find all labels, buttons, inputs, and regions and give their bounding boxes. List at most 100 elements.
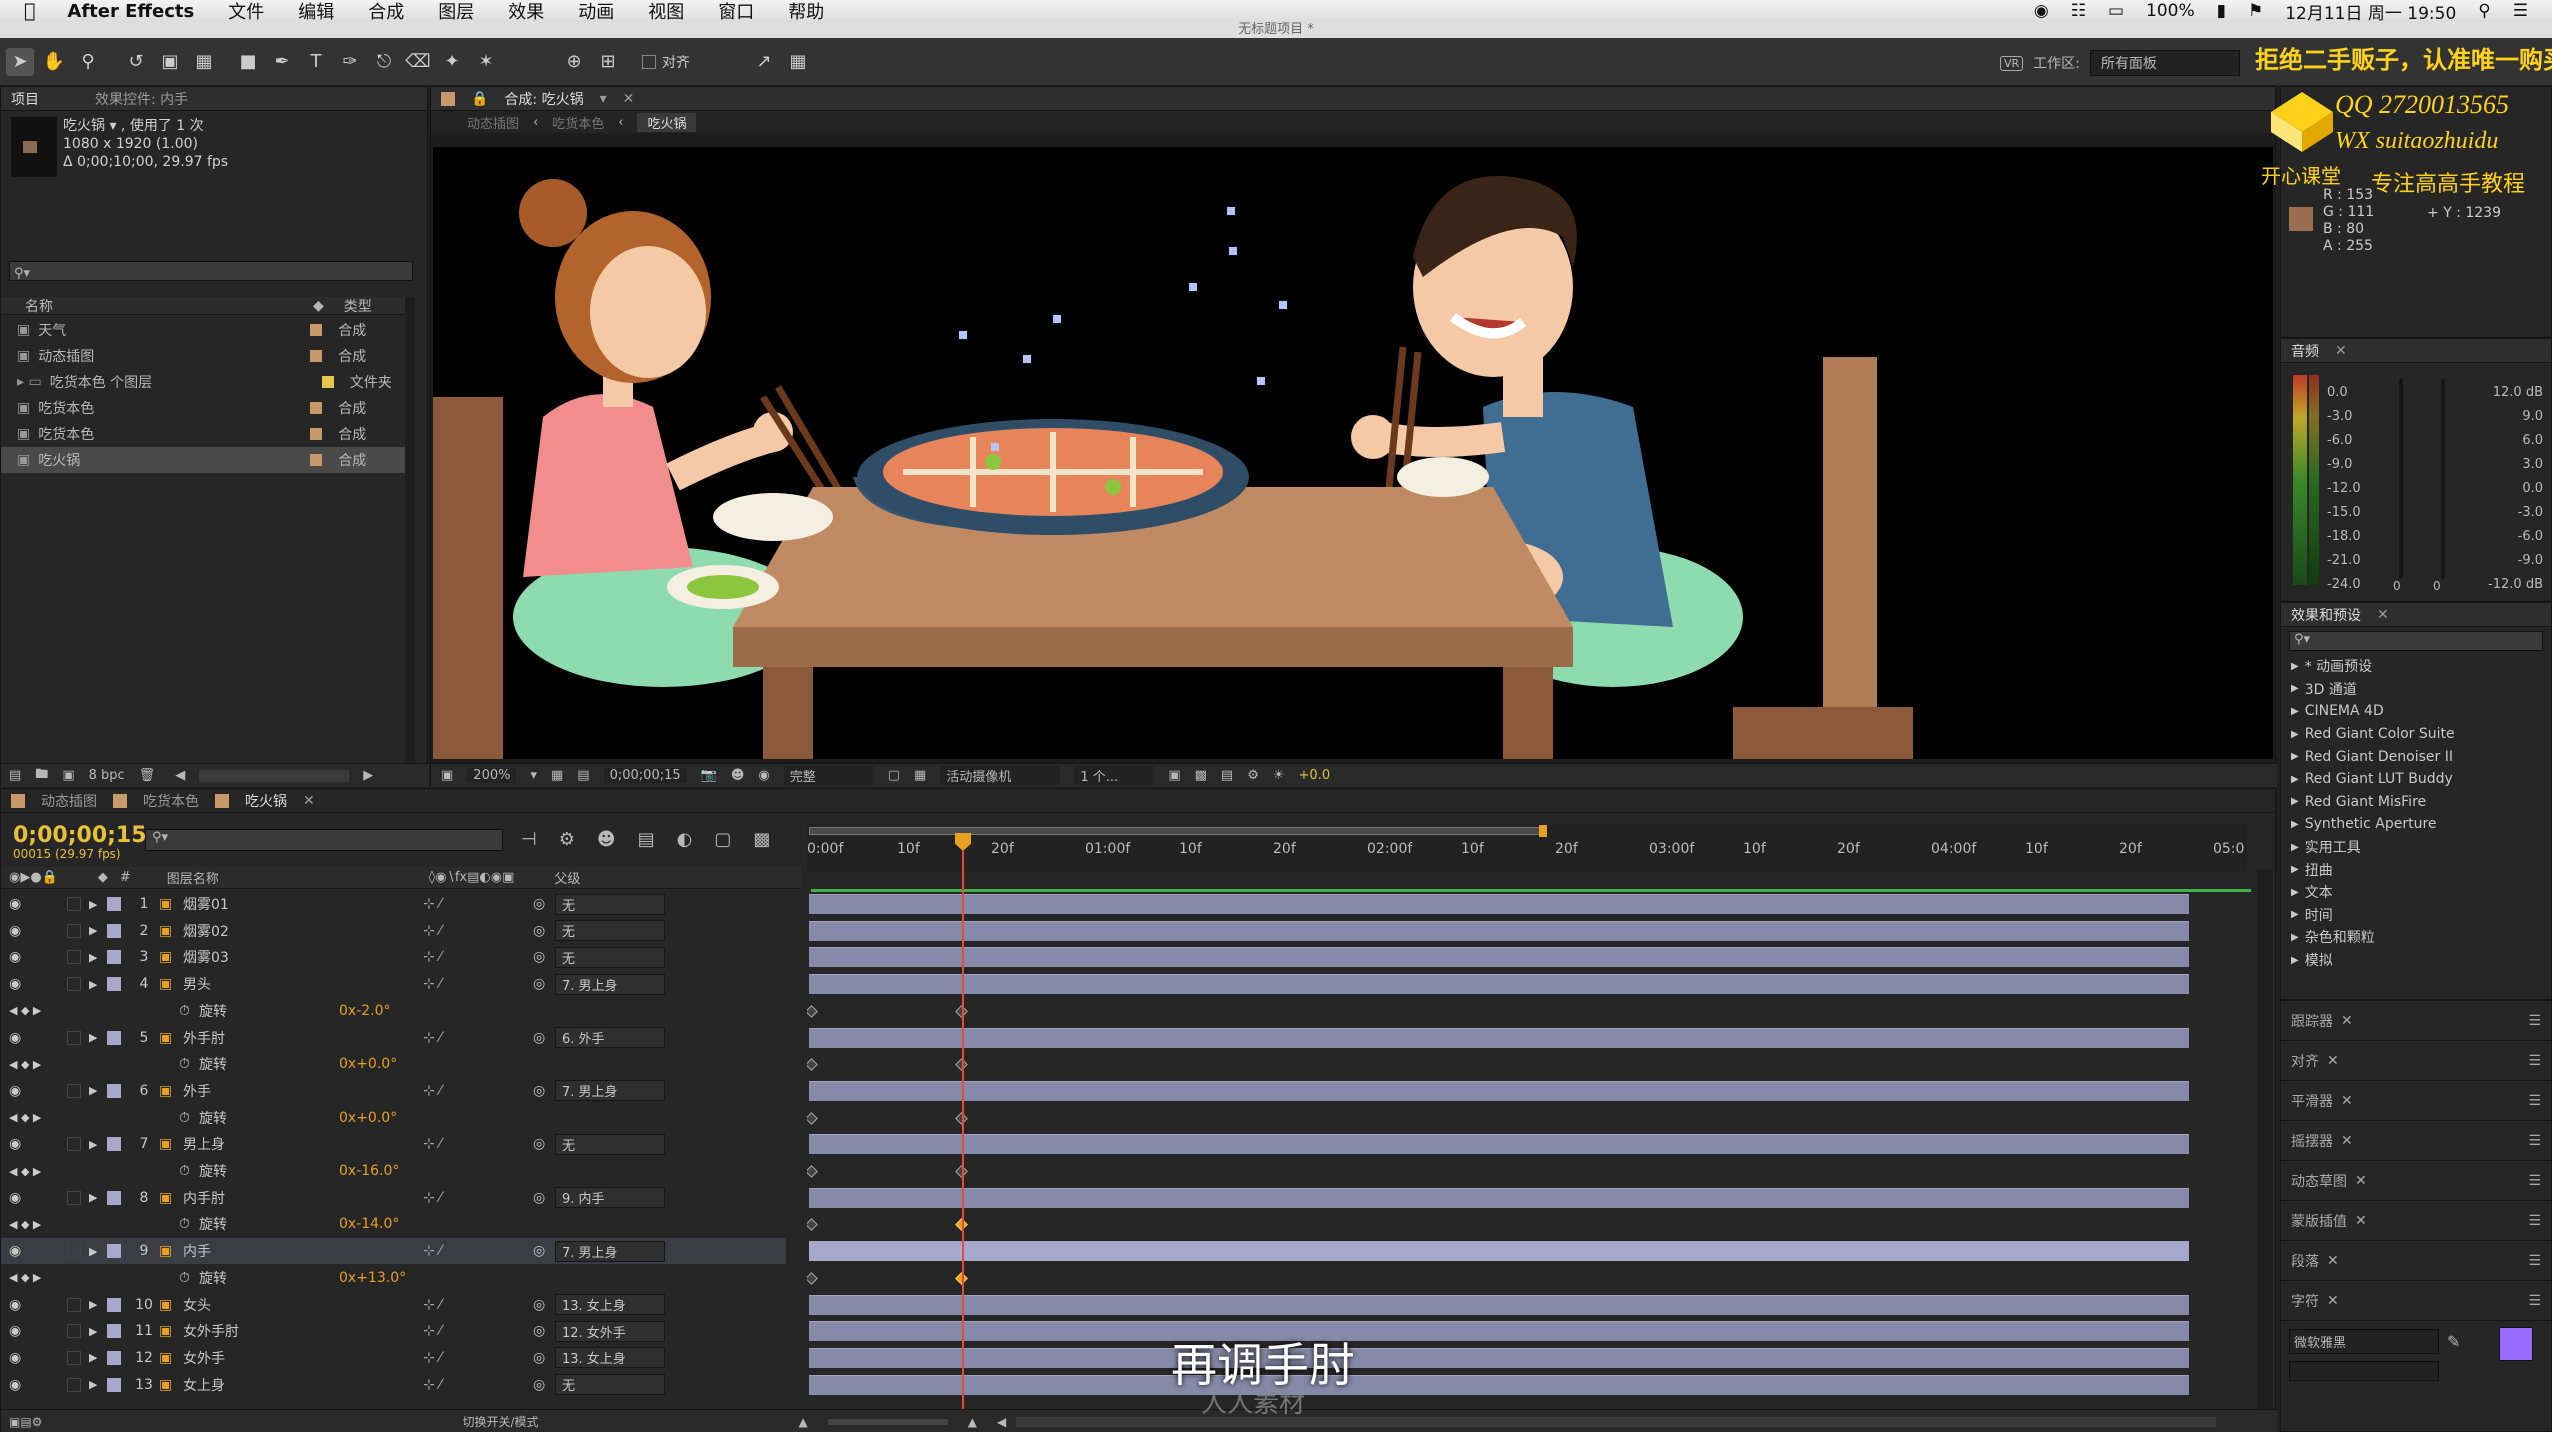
visibility-eye-icon[interactable]: ◉ xyxy=(9,949,27,965)
label-swatch[interactable] xyxy=(310,402,323,414)
views-select[interactable]: 1 个... xyxy=(1074,766,1155,785)
align-toggle[interactable]: 对齐 xyxy=(642,48,690,76)
workspace-select[interactable]: 所有面板 xyxy=(2089,50,2240,76)
dropdown-icon[interactable]: ▾ xyxy=(600,91,607,107)
new-comp-icon[interactable]: ▣ xyxy=(62,768,74,783)
pickwhip-icon[interactable]: ◎ xyxy=(533,1297,555,1313)
layer-name[interactable]: 女头 xyxy=(183,1295,423,1315)
twirl-icon[interactable]: ▶ xyxy=(89,898,103,911)
parent-select[interactable]: 13. 女上身 xyxy=(555,1294,665,1315)
effect-category[interactable]: ▶ 实用工具 xyxy=(2281,836,2551,859)
solo-box[interactable] xyxy=(67,1083,81,1098)
layer-row[interactable]: ◉ ▶ 12 ▣ 女外手 ⊹ ⁄ ◎ 13. 女上身 xyxy=(1,1345,786,1371)
tab-audio[interactable]: 音频 xyxy=(2291,341,2319,361)
tab-effects[interactable]: 效果和预设 xyxy=(2291,605,2361,625)
close-tab-icon[interactable]: ✕ xyxy=(2341,1093,2353,1109)
keyframe-nav[interactable]: ◀ ◆ ▶ xyxy=(9,1058,69,1071)
axis-icon[interactable]: ⊕ xyxy=(560,48,588,76)
twirl-icon[interactable]: ▶ xyxy=(89,978,103,991)
audio-slider-left[interactable] xyxy=(2399,379,2403,579)
project-item[interactable]: ▣ 吃货本色 合成 xyxy=(1,395,411,421)
visibility-eye-icon[interactable]: ◉ xyxy=(9,1083,27,1099)
project-item[interactable]: ▣ 吃火锅 合成 xyxy=(1,447,411,473)
flag-icon[interactable]: ⚑ xyxy=(2248,1,2263,21)
timeline-timecode[interactable]: 0;00;00;15 xyxy=(13,823,147,848)
close-tab-icon[interactable]: ✕ xyxy=(2327,1053,2339,1069)
visibility-eye-icon[interactable]: ◉ xyxy=(9,923,27,939)
airplay-icon[interactable]: ▭ xyxy=(2108,1,2124,21)
solo-box[interactable] xyxy=(67,1030,81,1045)
new-folder-icon[interactable]: 🖿 xyxy=(35,765,48,787)
pickwhip-icon[interactable]: ◎ xyxy=(533,1377,555,1393)
roi-icon[interactable]: ▢ xyxy=(888,768,900,783)
time-ruler[interactable]: 0:00f 10f 20f 01:00f 10f 20f 02:00f 10f 20f 03:00… xyxy=(807,823,2247,871)
layer-bar[interactable] xyxy=(809,894,2189,914)
fit-icon[interactable]: ▦ xyxy=(551,768,563,783)
close-tab-icon[interactable]: ✕ xyxy=(2355,1173,2367,1189)
comp-mini-flowchart-icon[interactable]: ⊣ xyxy=(521,829,537,850)
layer-label-color[interactable] xyxy=(107,1350,121,1365)
wifi-icon[interactable]: ☷ xyxy=(2071,1,2086,21)
close-tab-icon[interactable]: ✕ xyxy=(2335,343,2347,359)
keyframe-start[interactable] xyxy=(807,1218,818,1232)
twirl-icon[interactable]: ▶ xyxy=(89,1298,103,1311)
viewer-timecode[interactable]: 0;00;00;15 xyxy=(603,768,687,783)
expand-arrow-icon[interactable]: ▶ xyxy=(2291,774,2299,785)
scroll-right-icon[interactable]: ▶ xyxy=(363,768,373,783)
expand-arrow-icon[interactable]: ▶ xyxy=(2291,932,2299,943)
record-icon[interactable]: ◉ xyxy=(2034,1,2049,21)
layer-name[interactable]: 男头 xyxy=(183,974,423,994)
visibility-eye-icon[interactable]: ◉ xyxy=(9,1190,27,1206)
show-snapshot-icon[interactable]: ☻ xyxy=(731,768,745,783)
layer-switches[interactable]: ⊹ ⁄ xyxy=(423,896,533,912)
rotate-tool-icon[interactable]: ↺ xyxy=(122,48,150,76)
keyframe-start[interactable] xyxy=(807,1004,818,1018)
layer-name[interactable]: 女外手 xyxy=(183,1348,423,1368)
toggle-switches-modes[interactable]: 切换开关/模式 xyxy=(462,1413,538,1430)
keyframe-nav[interactable]: ◀ ◆ ▶ xyxy=(9,1165,69,1178)
expand-arrow-icon[interactable]: ▶ xyxy=(2291,729,2299,740)
layer-name[interactable]: 内手肘 xyxy=(183,1188,423,1208)
panel-menu-icon[interactable]: ☰ xyxy=(2528,1213,2541,1229)
effect-category[interactable]: ▶ Red Giant Denoiser II xyxy=(2281,745,2551,768)
layer-name[interactable]: 外手 xyxy=(183,1081,423,1101)
solo-box[interactable] xyxy=(67,1244,81,1259)
visibility-eye-icon[interactable]: ◉ xyxy=(9,1350,27,1366)
pickwhip-icon[interactable]: ◎ xyxy=(533,896,555,912)
dropdown-icon[interactable]: ▾ xyxy=(530,768,537,783)
property-row[interactable]: ◀ ◆ ▶ ⏱ 旋转 0x+0.0° xyxy=(1,1051,786,1077)
motion-blur-icon[interactable]: ◐ xyxy=(677,829,693,850)
solo-box[interactable] xyxy=(67,1137,81,1152)
menu-effect[interactable]: 效果 xyxy=(508,0,544,24)
pickwhip-icon[interactable]: ◎ xyxy=(533,1323,555,1339)
menu-animation[interactable]: 动画 xyxy=(578,0,614,24)
scroll-left-icon[interactable]: ◀ xyxy=(175,768,185,783)
panel-menu-icon[interactable]: ☰ xyxy=(2528,1093,2541,1109)
visibility-eye-icon[interactable]: ◉ xyxy=(9,1030,27,1046)
layer-name[interactable]: 内手 xyxy=(183,1241,423,1261)
keyframe-start[interactable] xyxy=(807,1271,818,1285)
layer-switches[interactable]: ⊹ ⁄ xyxy=(423,1323,533,1339)
keyframe-nav[interactable]: ◀ ◆ ▶ xyxy=(9,1271,69,1284)
app-menu[interactable]: After Effects xyxy=(67,1,194,22)
axis2-icon[interactable]: ⊞ xyxy=(594,48,622,76)
battery-icon[interactable]: ▮ xyxy=(2217,1,2226,21)
menu-composition[interactable]: 合成 xyxy=(368,0,404,24)
solo-box[interactable] xyxy=(67,1190,81,1205)
search-icon[interactable]: ⚲ xyxy=(2478,1,2490,21)
layer-row[interactable]: ◉ ▶ 8 ▣ 内手肘 ⊹ ⁄ ◎ 9. 内手 xyxy=(1,1185,786,1211)
col-type[interactable]: 类型 xyxy=(344,296,372,316)
effect-category[interactable]: ▶ Red Giant Color Suite xyxy=(2281,723,2551,746)
layer-bar[interactable] xyxy=(809,1294,2189,1315)
layer-name[interactable]: 女外手肘 xyxy=(183,1321,423,1341)
snapshot-icon[interactable]: 📷 xyxy=(701,768,717,783)
effect-category[interactable]: ▶ * 动画预设 xyxy=(2281,655,2551,678)
twirl-icon[interactable]: ▶ xyxy=(89,1351,103,1364)
visibility-eye-icon[interactable]: ◉ xyxy=(9,976,27,992)
menu-layer[interactable]: 图层 xyxy=(438,0,474,24)
twirl-icon[interactable]: ▶ xyxy=(89,951,103,964)
parent-select[interactable]: 9. 内手 xyxy=(555,1187,665,1209)
grid-icon[interactable]: ▦ xyxy=(784,48,812,76)
layer-row[interactable]: ◉ ▶ 11 ▣ 女外手肘 ⊹ ⁄ ◎ 12. 女外手 xyxy=(1,1318,786,1344)
parent-select[interactable]: 无 xyxy=(555,1374,665,1396)
